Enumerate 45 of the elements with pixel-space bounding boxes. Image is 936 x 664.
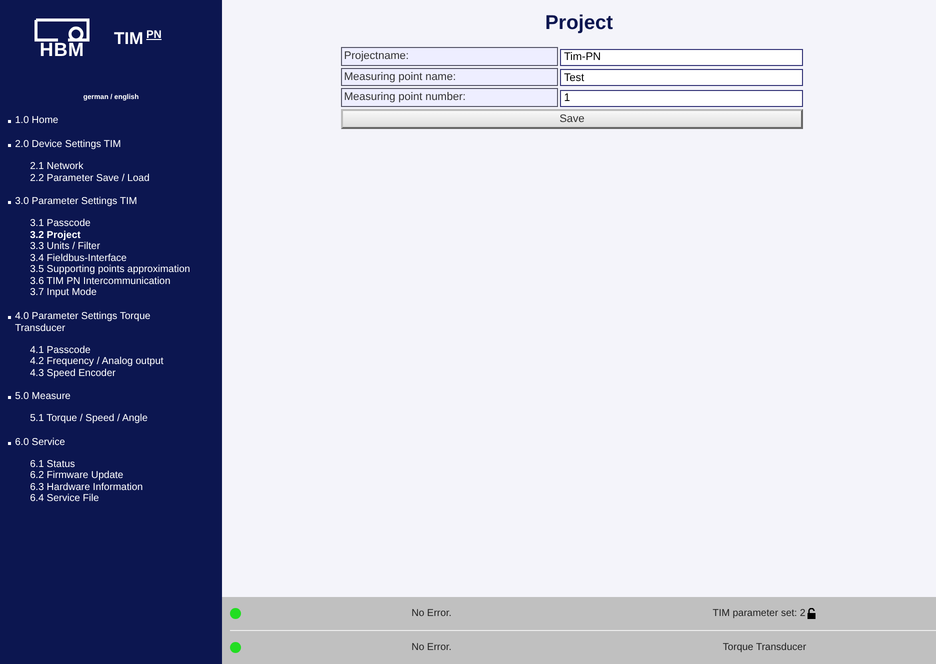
nav-item-link[interactable]: 3.3 Units / Filter (30, 241, 222, 252)
nav-item-link[interactable]: 4.1 Passcode (30, 344, 222, 356)
bullet-icon (8, 442, 11, 444)
nav-item-link[interactable]: 4.2 Frequency / Analog output (30, 356, 222, 368)
brand-logo-text: HBM (40, 42, 84, 60)
nav-item-link[interactable]: 3.1 Passcode (30, 218, 222, 230)
product-suffix: PN (146, 29, 162, 41)
nav-section-link[interactable]: 5.0 Measure (15, 391, 71, 403)
nav-item-link[interactable]: 6.2 Firmware Update (30, 470, 222, 482)
nav-item-link[interactable]: 2.1 Network (30, 161, 222, 172)
nav-section-link[interactable]: 6.0 Service (15, 436, 66, 448)
bullet-icon (8, 201, 11, 204)
nav-section-link[interactable]: 3.0 Parameter Settings TIM (15, 196, 138, 208)
input-field[interactable]: Tim-PN (560, 48, 803, 66)
product-name: TIM (114, 29, 144, 49)
nav-item-link[interactable]: 3.4 Fieldbus-Interface (30, 252, 222, 264)
bullet-icon (8, 144, 11, 147)
bullet-icon (8, 396, 11, 399)
page-title: Project (545, 12, 613, 35)
nav-item-link[interactable]: 3.7 Input Mode (30, 287, 222, 298)
bullet-icon (8, 120, 11, 123)
save-button[interactable]: Save (341, 108, 803, 128)
nav-item-link[interactable]: 3.5 Supporting points approximation (30, 264, 222, 276)
nav-item-link[interactable]: 6.1 Status (30, 458, 222, 470)
nav-item-link[interactable]: 2.2 Parameter Save / Load (30, 172, 222, 184)
status-info: Torque Transducer (722, 642, 806, 653)
bullet-icon (8, 316, 11, 318)
nav-item-link[interactable]: 6.3 Hardware Information (30, 482, 222, 493)
status-message: No Error. (411, 608, 452, 619)
field-label: Projectname: (341, 47, 558, 66)
nav-item-link[interactable]: 6.4 Service File (30, 493, 222, 504)
input-field[interactable]: 1 (560, 90, 803, 106)
input-field[interactable]: Test (560, 69, 803, 86)
status-info: TIM parameter set: 2 (712, 608, 806, 619)
field-label: Measuring point number: (341, 88, 558, 106)
nav-item-link[interactable]: 3.2 Project (30, 230, 222, 241)
logo-mark-icon (34, 18, 90, 42)
field-label: Measuring point name: (341, 68, 558, 86)
nav-section-link[interactable]: 2.0 Device Settings TIM (15, 139, 121, 151)
status-message: No Error. (411, 642, 452, 653)
nav-item-link[interactable]: 5.1 Torque / Speed / Angle (30, 413, 222, 424)
nav-item-link[interactable]: 3.6 TIM PN Intercommunication (30, 276, 222, 287)
nav-section-link[interactable]: 4.0 Parameter Settings Torque Transducer (15, 310, 176, 334)
nav-section-link[interactable]: 1.0 Home (15, 115, 58, 127)
nav-item-link[interactable]: 4.3 Speed Encoder (30, 368, 222, 379)
